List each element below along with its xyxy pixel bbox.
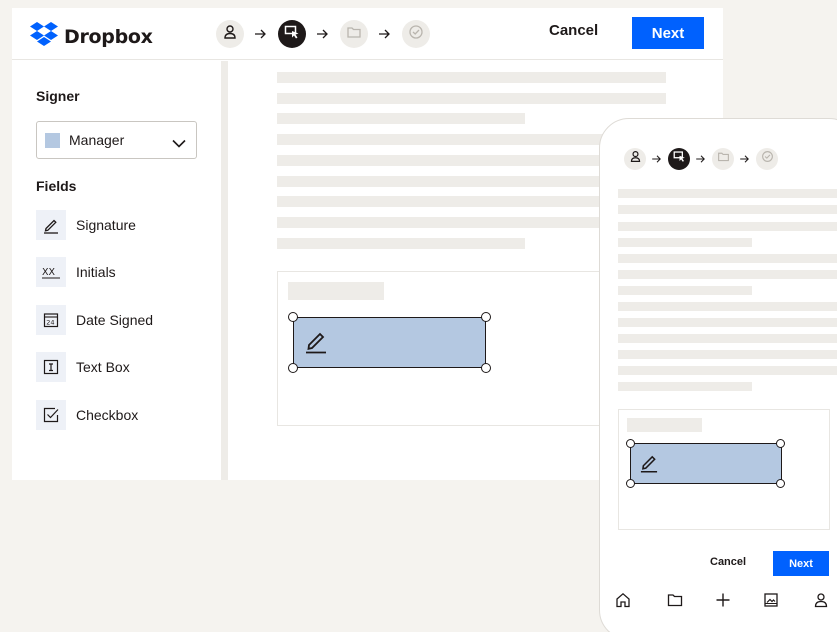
signer-color-swatch: [45, 132, 60, 148]
text-placeholder-line: [277, 238, 525, 249]
top-bar: Dropbox Cancel Next: [12, 8, 723, 60]
text-placeholder-line: [618, 238, 752, 247]
resize-handle-top-left[interactable]: [626, 439, 635, 448]
step-place-fields[interactable]: [278, 20, 306, 48]
sidebar-divider: [221, 61, 228, 480]
text-placeholder-line: [618, 222, 837, 231]
arrow-right-icon: [306, 29, 340, 39]
check-circle-icon: [761, 150, 774, 168]
dropbox-wordmark: Dropbox: [64, 25, 153, 48]
field-label: Signature: [76, 217, 136, 233]
plus-icon[interactable]: [708, 585, 738, 615]
text-placeholder-line: [277, 72, 666, 83]
field-text-box[interactable]: Text Box: [36, 352, 130, 382]
check-circle-icon: [408, 24, 424, 45]
mobile-device: Cancel Next: [599, 118, 837, 632]
person-icon: [222, 24, 238, 45]
step-send[interactable]: [402, 20, 430, 48]
text-placeholder-line: [618, 270, 837, 279]
folder-icon: [717, 150, 730, 168]
folder-icon[interactable]: [660, 585, 690, 615]
step-review[interactable]: [712, 148, 734, 170]
account-icon[interactable]: [806, 585, 836, 615]
pen-icon: [36, 210, 66, 240]
mobile-cancel-button[interactable]: Cancel: [710, 556, 746, 568]
field-signature[interactable]: Signature: [36, 210, 136, 240]
arrow-right-icon: [244, 29, 278, 39]
place-fields-icon: [284, 24, 300, 45]
progress-stepper: [216, 20, 430, 48]
svg-text:XX: XX: [42, 267, 56, 278]
svg-text:24: 24: [46, 319, 54, 327]
resize-handle-bottom-right[interactable]: [481, 363, 491, 373]
field-initials[interactable]: XX Initials: [36, 257, 116, 287]
arrow-right-icon: [368, 29, 402, 39]
step-place-fields[interactable]: [668, 148, 690, 170]
signer-heading: Signer: [36, 88, 80, 104]
mobile-bottom-nav: [600, 585, 837, 615]
mobile-signature-block: [618, 409, 830, 530]
signer-name-placeholder: [288, 282, 384, 300]
next-button[interactable]: Next: [632, 17, 704, 49]
text-placeholder-line: [618, 334, 837, 343]
text-placeholder-line: [618, 189, 837, 198]
checkbox-icon: [36, 400, 66, 430]
person-icon: [629, 150, 642, 168]
resize-handle-bottom-right[interactable]: [776, 479, 785, 488]
pen-icon: [639, 452, 659, 478]
mobile-signature-field[interactable]: [630, 443, 782, 484]
arrow-right-icon: [734, 155, 756, 163]
field-date-signed[interactable]: 24 Date Signed: [36, 305, 153, 335]
mobile-next-button[interactable]: Next: [773, 551, 829, 576]
signer-select-value: Manager: [69, 132, 125, 148]
field-checkbox[interactable]: Checkbox: [36, 400, 138, 430]
photos-icon[interactable]: [756, 585, 786, 615]
step-review[interactable]: [340, 20, 368, 48]
calendar-icon: 24: [36, 305, 66, 335]
text-placeholder-line: [618, 366, 837, 375]
text-placeholder-line: [618, 350, 837, 359]
resize-handle-top-right[interactable]: [776, 439, 785, 448]
step-send[interactable]: [756, 148, 778, 170]
mobile-progress-stepper: [624, 148, 778, 170]
field-label: Date Signed: [76, 312, 154, 328]
place-fields-icon: [673, 150, 686, 168]
text-placeholder-line: [618, 382, 752, 391]
text-box-icon: [36, 352, 66, 382]
cancel-button[interactable]: Cancel: [549, 22, 598, 39]
text-placeholder-line: [277, 93, 666, 104]
step-recipients[interactable]: [624, 148, 646, 170]
dropbox-logo-icon: [30, 22, 58, 51]
home-icon[interactable]: [608, 585, 638, 615]
text-placeholder-line: [618, 205, 837, 214]
folder-icon: [346, 24, 362, 45]
arrow-right-icon: [690, 155, 712, 163]
signer-select[interactable]: Manager: [36, 121, 197, 159]
signer-name-placeholder: [627, 418, 702, 432]
text-placeholder-line: [618, 318, 837, 327]
field-label: Text Box: [76, 359, 130, 375]
pen-icon: [304, 328, 328, 359]
text-placeholder-line: [277, 113, 525, 124]
initials-icon: XX: [36, 257, 66, 287]
resize-handle-bottom-left[interactable]: [626, 479, 635, 488]
text-placeholder-line: [618, 254, 837, 263]
text-placeholder-line: [618, 302, 837, 311]
arrow-right-icon: [646, 155, 668, 163]
signature-field[interactable]: [293, 317, 486, 368]
resize-handle-top-left[interactable]: [288, 312, 298, 322]
fields-heading: Fields: [36, 178, 77, 194]
field-label: Checkbox: [76, 407, 139, 423]
resize-handle-top-right[interactable]: [481, 312, 491, 322]
field-label: Initials: [76, 264, 116, 280]
dropbox-logo[interactable]: Dropbox: [30, 22, 153, 51]
text-placeholder-line: [618, 286, 752, 295]
step-recipients[interactable]: [216, 20, 244, 48]
resize-handle-bottom-left[interactable]: [288, 363, 298, 373]
chevron-down-icon: [172, 135, 186, 153]
